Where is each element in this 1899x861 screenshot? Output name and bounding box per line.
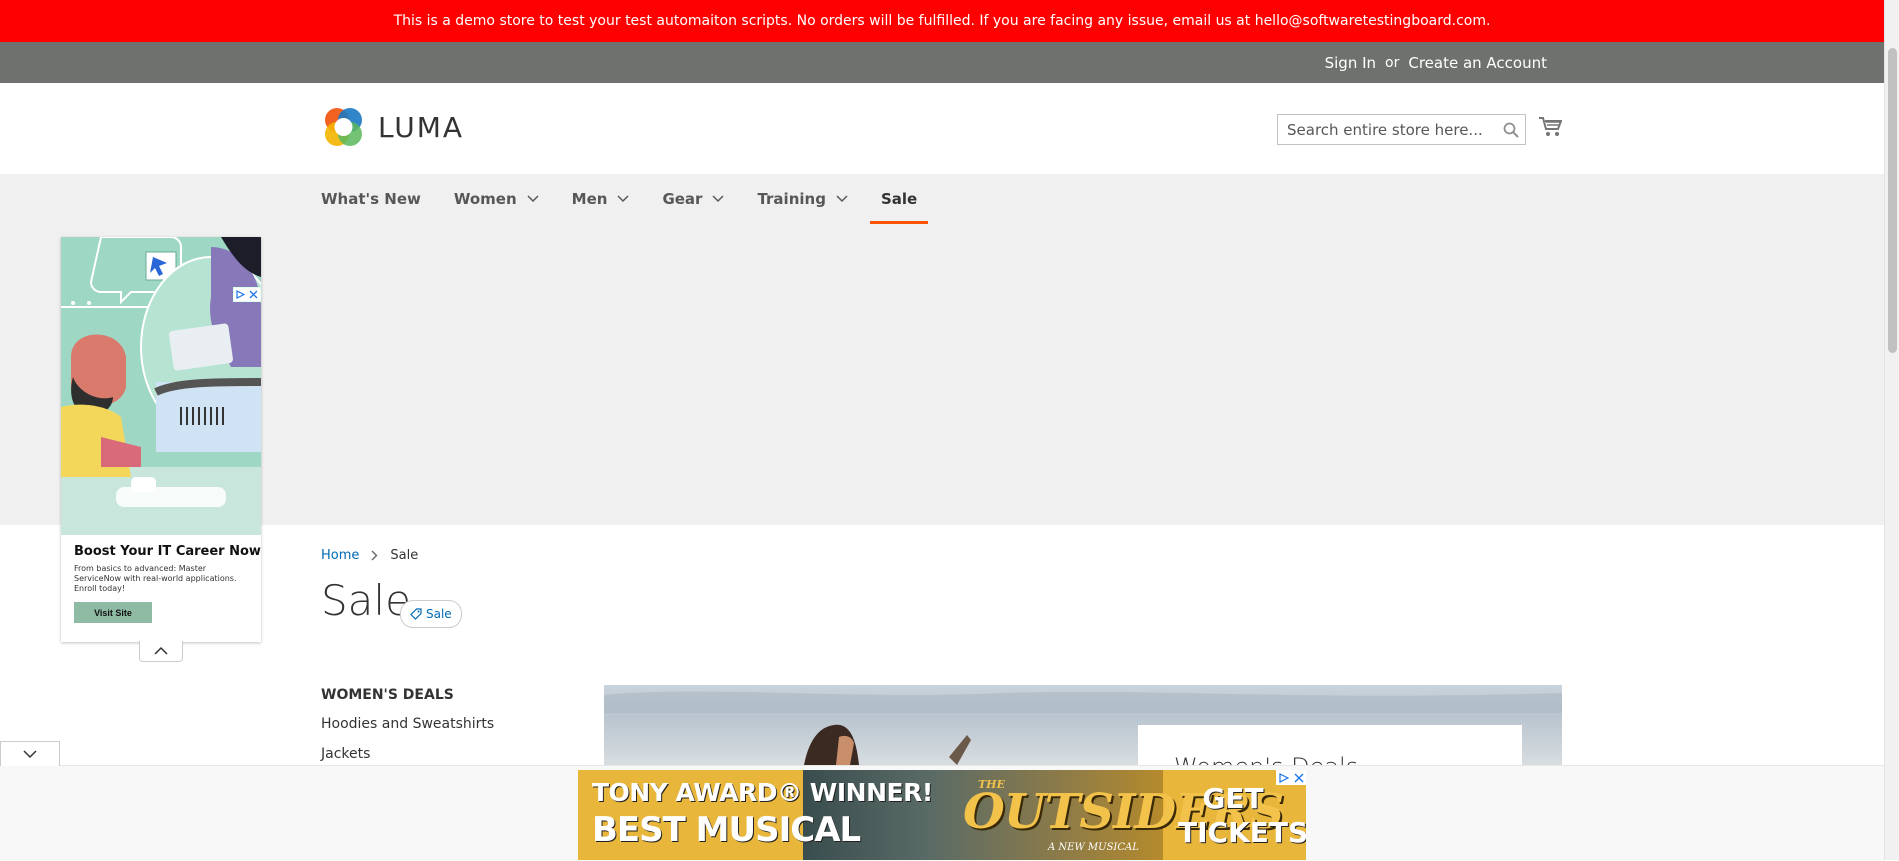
- chevron-down-icon: [617, 195, 629, 203]
- womens-deals-heading: WOMEN'S DEALS: [321, 687, 454, 703]
- breadcrumb-home-link[interactable]: Home: [321, 548, 359, 563]
- ad-headline-1: TONY AWARD® WINNER!: [592, 778, 933, 807]
- nav-item-label: What's New: [321, 190, 421, 208]
- chevron-down-icon: [836, 195, 848, 203]
- sale-badge-label: Sale: [426, 607, 452, 621]
- hero-card: Women's Deals: [1138, 725, 1522, 765]
- main-navigation: What's New Women Men Gear Training Sale: [0, 174, 1884, 224]
- ad-choices-controls: [233, 287, 261, 302]
- demo-notice-text: This is a demo store to test your test a…: [393, 13, 1491, 29]
- ad-show-subtitle: A NEW MUSICAL: [1048, 842, 1139, 853]
- bottom-ad-collapse-button[interactable]: [0, 741, 60, 766]
- nav-item-label: Men: [571, 190, 608, 208]
- ad-visit-site-button[interactable]: Visit Site: [74, 602, 152, 623]
- nav-item-label: Women: [453, 190, 517, 208]
- nav-item-label: Gear: [662, 190, 703, 208]
- cart-icon[interactable]: [1538, 116, 1563, 142]
- nav-item-training[interactable]: Training: [757, 174, 848, 224]
- ad-headline-2: BEST MUSICAL: [592, 810, 861, 850]
- nav-menu: What's New Women Men Gear Training Sale: [321, 174, 961, 224]
- page-scrollbar[interactable]: [1884, 0, 1899, 860]
- deals-item-hoodies[interactable]: Hoodies and Sweatshirts: [321, 716, 494, 732]
- chevron-down-icon: [712, 195, 724, 203]
- hero-card-title: Women's Deals: [1174, 753, 1358, 765]
- nav-item-sale[interactable]: Sale: [869, 174, 929, 224]
- nav-item-whats-new[interactable]: What's New: [321, 174, 421, 224]
- ad-choices-icon[interactable]: [234, 288, 247, 301]
- ad-cta-line-2: TICKETS: [1178, 816, 1306, 849]
- chevron-up-icon: [154, 646, 168, 655]
- ad-description: From basics to advanced: Master ServiceN…: [74, 564, 237, 593]
- search-box: [1277, 114, 1526, 145]
- sale-badge[interactable]: Sale: [400, 600, 462, 628]
- search-input[interactable]: [1278, 115, 1506, 144]
- logo-text: LUMA: [378, 111, 465, 144]
- chevron-down-icon: [527, 195, 539, 203]
- breadcrumb: Home Sale: [321, 548, 418, 563]
- nav-item-men[interactable]: Men: [572, 174, 630, 224]
- demo-notice-banner: This is a demo store to test your test a…: [0, 0, 1884, 42]
- create-account-link[interactable]: Create an Account: [1408, 54, 1547, 72]
- links-separator: or: [1385, 54, 1400, 71]
- search-icon[interactable]: [1503, 122, 1519, 142]
- side-ad-collapse-button[interactable]: [139, 641, 183, 662]
- nav-item-label: Sale: [880, 190, 918, 208]
- top-links-bar: Sign In or Create an Account: [0, 42, 1884, 83]
- side-advertisement[interactable]: Boost Your IT Career Now From basics to …: [61, 237, 261, 642]
- ad-choices-controls: [1276, 770, 1306, 785]
- luma-logo-icon: [325, 108, 362, 146]
- ad-close-icon[interactable]: [247, 288, 260, 301]
- scrollbar-thumb[interactable]: [1888, 48, 1897, 353]
- account-links: Sign In or Create an Account: [1325, 42, 1547, 83]
- ad-close-icon[interactable]: [1291, 770, 1306, 785]
- breadcrumb-current: Sale: [390, 548, 419, 563]
- ad-choices-icon[interactable]: [1276, 770, 1291, 785]
- promo-area: [0, 224, 1884, 525]
- ad-title: Boost Your IT Career Now: [74, 544, 261, 559]
- ad-cta-line-1: GET: [1202, 782, 1264, 815]
- ad-illustration: [61, 237, 261, 535]
- luma-logo[interactable]: LUMA: [321, 105, 464, 150]
- deals-item-jackets[interactable]: Jackets: [321, 746, 370, 762]
- site-header: LUMA: [0, 83, 1884, 174]
- chevron-right-icon: [371, 550, 378, 561]
- nav-item-label: Training: [757, 190, 826, 208]
- sign-in-link[interactable]: Sign In: [1325, 54, 1376, 72]
- bottom-advertisement[interactable]: TONY AWARD® WINNER! BEST MUSICAL THE OUT…: [578, 770, 1306, 860]
- ad-cta[interactable]: GET TICKETS: [1178, 782, 1306, 850]
- nav-item-gear[interactable]: Gear: [662, 174, 724, 224]
- tag-icon: [410, 608, 422, 620]
- womens-deals-hero[interactable]: Women's Deals: [604, 685, 1562, 765]
- chevron-down-icon: [23, 750, 37, 759]
- page-title: Sale: [321, 576, 411, 625]
- nav-item-women[interactable]: Women: [454, 174, 539, 224]
